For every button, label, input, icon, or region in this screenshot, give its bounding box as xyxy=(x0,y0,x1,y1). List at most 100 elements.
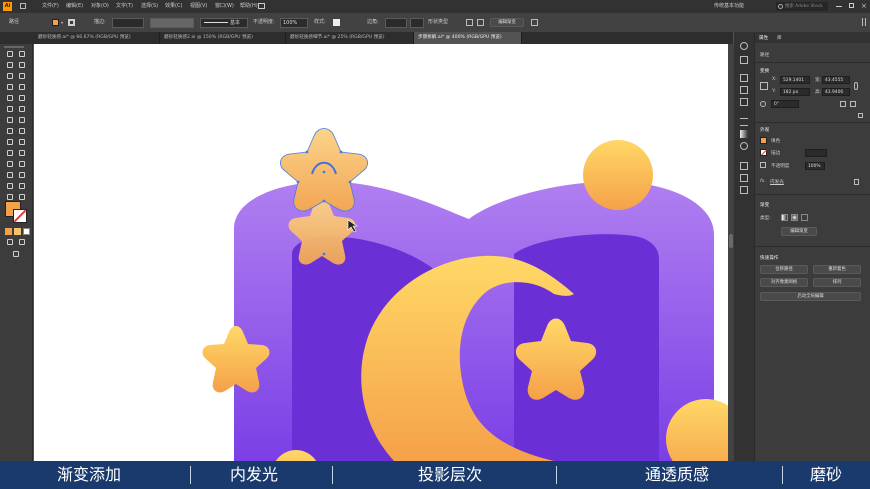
slice-tool-icon[interactable] xyxy=(18,182,26,190)
magic-wand-tool-icon[interactable] xyxy=(6,61,14,69)
anchor-point[interactable] xyxy=(339,150,343,154)
corner-option-field[interactable] xyxy=(410,18,424,28)
rotate-tool-icon[interactable] xyxy=(6,116,14,124)
menu-help[interactable]: 帮助(H) xyxy=(240,0,258,13)
h-field[interactable]: 43.9406 xyxy=(822,88,850,96)
tab-properties[interactable]: 属性 xyxy=(759,35,768,41)
search-stock-field[interactable]: 搜索 Adobe Stock xyxy=(776,2,828,11)
menu-view[interactable]: 视图(V) xyxy=(190,0,207,13)
zoom-tool-icon[interactable] xyxy=(18,193,26,201)
selection-tool-icon[interactable] xyxy=(6,50,14,58)
fill-dropdown-icon[interactable]: ▾ xyxy=(61,13,63,32)
freeform-gradient-icon[interactable] xyxy=(801,214,808,221)
flip-vertical-icon[interactable] xyxy=(850,101,856,107)
eyedropper-tool-icon[interactable] xyxy=(6,160,14,168)
graphic-styles-icon[interactable] xyxy=(740,174,748,182)
edit-gradient-panel-button[interactable]: 编辑渐变 xyxy=(781,227,817,236)
linear-gradient-icon[interactable] xyxy=(781,214,788,221)
restore-icon[interactable] xyxy=(849,3,854,8)
toolbox-collapse-icon[interactable] xyxy=(4,46,24,48)
transparency-panel-icon[interactable] xyxy=(740,142,748,150)
menu-select[interactable]: 选择(S) xyxy=(141,0,158,13)
vertical-scrollbar-thumb[interactable] xyxy=(729,234,733,248)
menu-type[interactable]: 文字(T) xyxy=(116,0,133,13)
document-tab-2[interactable]: 磨砂轻质感2.ai @ 150% (RGB/GPU 预览) xyxy=(160,32,286,44)
radial-gradient-icon[interactable] xyxy=(791,214,798,221)
stroke-style-field[interactable]: 基本 xyxy=(200,18,248,28)
effect-inner-glow[interactable]: 内发光 xyxy=(770,179,784,185)
type-tool-icon[interactable] xyxy=(6,83,14,91)
stroke-swatch[interactable] xyxy=(68,19,75,26)
menu-object[interactable]: 对象(O) xyxy=(91,0,109,13)
curvature-tool-icon[interactable] xyxy=(18,72,26,80)
fx-icon[interactable]: fx. xyxy=(760,179,766,184)
stroke-color-icon[interactable] xyxy=(13,209,27,223)
recolor-button[interactable]: 重新着色 xyxy=(813,265,861,274)
corner-field[interactable] xyxy=(385,18,407,28)
none-mode-icon[interactable] xyxy=(23,228,30,235)
fill-swatch[interactable] xyxy=(52,19,59,26)
anchor-point[interactable] xyxy=(348,180,352,184)
paintbrush-tool-icon[interactable] xyxy=(18,94,26,102)
panel-menu-icon[interactable] xyxy=(862,18,866,26)
menu-file[interactable]: 文件(F) xyxy=(42,0,59,13)
arrange-documents-icon[interactable] xyxy=(258,3,265,9)
menu-effect[interactable]: 效果(C) xyxy=(165,0,182,13)
anchor-point[interactable] xyxy=(322,252,326,256)
document-tab-3[interactable]: 磨砂轻质感细节.ai* @ 25% (RGB/GPU 预览) xyxy=(286,32,414,44)
lasso-tool-icon[interactable] xyxy=(18,61,26,69)
anchor-point[interactable] xyxy=(322,199,326,203)
stroke-swatch-panel[interactable] xyxy=(760,149,768,156)
shaper-tool-icon[interactable] xyxy=(6,105,14,113)
delete-effect-icon[interactable] xyxy=(854,179,859,185)
color-guide-icon[interactable] xyxy=(740,56,748,64)
global-edit-button[interactable]: 启动全局编辑 xyxy=(760,292,861,301)
canvas-area[interactable] xyxy=(34,44,728,461)
menu-window[interactable]: 窗口(W) xyxy=(215,0,234,13)
more-options-icon[interactable] xyxy=(858,113,863,118)
edit-toolbar-icon[interactable] xyxy=(12,250,20,258)
opacity-field[interactable]: 100% xyxy=(805,162,825,170)
document-tab-4[interactable]: 步骤拆解.ai* @ 400% (RGB/GPU 预览) xyxy=(414,32,522,44)
anchor-point[interactable] xyxy=(296,180,300,184)
fill-swatch-panel[interactable] xyxy=(760,137,767,144)
layers-panel-icon[interactable] xyxy=(740,186,748,194)
screen-mode-icon[interactable] xyxy=(18,238,26,246)
gradient-mode-icon[interactable] xyxy=(14,228,21,235)
draw-mode-icon[interactable] xyxy=(6,238,14,246)
align-pixel-grid-button[interactable]: 对齐像素网格 xyxy=(760,278,808,287)
shape-builder-tool-icon[interactable] xyxy=(6,138,14,146)
reference-point-icon[interactable] xyxy=(760,82,768,90)
home-icon[interactable] xyxy=(20,3,26,9)
opacity-field[interactable]: 100% xyxy=(280,18,308,28)
isolate-icon[interactable] xyxy=(531,19,538,26)
arrange-button[interactable]: 排列 xyxy=(813,278,861,287)
flip-horizontal-icon[interactable] xyxy=(840,101,846,107)
swatches-icon[interactable] xyxy=(740,74,748,82)
document-tab-1[interactable]: 磨砂轻质感.ai* @ 66.67% (RGB/GPU 预览) xyxy=(34,32,160,44)
color-panel-icon[interactable] xyxy=(740,42,748,50)
app-home-icon[interactable]: Ai xyxy=(3,2,12,11)
artboard-tool-icon[interactable] xyxy=(6,182,14,190)
free-transform-tool-icon[interactable] xyxy=(18,127,26,135)
perspective-tool-icon[interactable] xyxy=(18,138,26,146)
angle-field[interactable]: 0° xyxy=(771,100,799,108)
symbol-sprayer-tool-icon[interactable] xyxy=(6,171,14,179)
align-icon[interactable] xyxy=(466,19,473,26)
color-mode-icon[interactable] xyxy=(5,228,12,235)
y-field[interactable]: 182 px xyxy=(780,88,810,96)
eraser-tool-icon[interactable] xyxy=(18,105,26,113)
scale-tool-icon[interactable] xyxy=(18,116,26,124)
variable-width-field[interactable] xyxy=(150,18,194,28)
direct-selection-tool-icon[interactable] xyxy=(18,50,26,58)
edit-gradient-button[interactable]: 编辑渐变 xyxy=(490,18,524,27)
w-field[interactable]: 43.4555 xyxy=(822,76,850,84)
stroke-weight-field[interactable] xyxy=(112,18,144,28)
appearance-panel-icon[interactable] xyxy=(740,162,748,170)
hand-tool-icon[interactable] xyxy=(6,193,14,201)
graph-tool-icon[interactable] xyxy=(18,171,26,179)
anchor-point[interactable] xyxy=(305,150,309,154)
rectangle-tool-icon[interactable] xyxy=(6,94,14,102)
symbols-icon[interactable] xyxy=(740,98,748,106)
constrain-link-icon[interactable] xyxy=(854,82,858,90)
